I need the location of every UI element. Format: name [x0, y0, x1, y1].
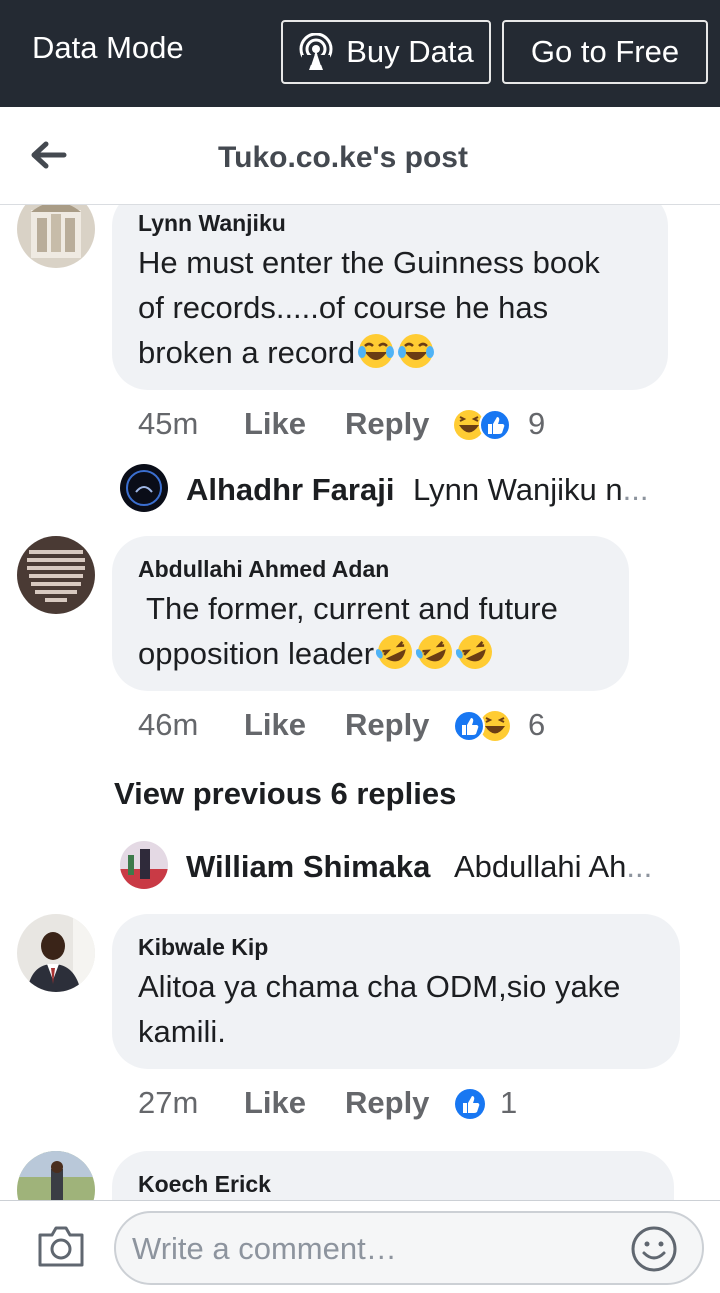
comment-line: The former, current and future	[138, 591, 558, 626]
go-to-free-label: Go to Free	[530, 34, 680, 69]
comment-timestamp: 45m	[138, 406, 199, 441]
comment-text: Alitoa ya chama cha ODM,sio yake kamili.	[138, 964, 620, 1054]
avatar-image	[120, 464, 168, 512]
rolling-laughing-emoji-icon	[456, 635, 493, 669]
comment-timestamp: 27m	[138, 1085, 199, 1120]
go-to-free-button[interactable]: Go to Free	[502, 20, 708, 84]
reaction-count: 6	[528, 707, 546, 742]
rolling-laughing-emoji-icon	[376, 635, 413, 669]
like-button[interactable]: Like	[244, 406, 306, 442]
avatar-image	[120, 841, 168, 889]
view-previous-replies-link[interactable]: View previous 6 replies	[114, 776, 456, 812]
reply-ellipsis: ...	[622, 472, 649, 507]
reply-snippet: Lynn Wanjiku n	[413, 472, 623, 507]
reply-author[interactable]: Alhadhr Faraji	[186, 472, 394, 508]
smiley-icon[interactable]	[630, 1225, 678, 1273]
reply-ellipsis: ...	[626, 849, 653, 884]
avatar-image	[17, 914, 95, 992]
rolling-laughing-emoji-icon	[416, 635, 453, 669]
comment-line: kamili.	[138, 1014, 226, 1049]
comment-bubble: Lynn Wanjiku He must enter the Guinness …	[112, 190, 668, 390]
comment-line: He must enter the Guinness book	[138, 245, 600, 280]
comment-text: He must enter the Guinness book of record…	[138, 240, 600, 375]
buy-data-label: Buy Data	[346, 34, 474, 69]
comment-author[interactable]: Kibwale Kip	[138, 934, 268, 961]
avatar[interactable]	[17, 914, 95, 992]
avatar	[120, 841, 168, 889]
reply-preview[interactable]: William Shimaka Abdullahi Ah...	[120, 841, 680, 891]
reply-button[interactable]: Reply	[345, 707, 429, 743]
avatar	[120, 464, 168, 512]
comment-actions: 46m Like Reply 6	[138, 707, 698, 747]
reply-button[interactable]: Reply	[345, 1085, 429, 1121]
buy-data-button[interactable]: Buy Data	[281, 20, 491, 84]
data-mode-bar: Data Mode Buy Data Go to Free	[0, 0, 720, 107]
avatar[interactable]	[17, 536, 95, 614]
comment-line: Alitoa ya chama cha ODM,sio yake	[138, 969, 621, 1004]
reply-snippet: Abdullahi Ah	[454, 849, 627, 884]
reply-preview[interactable]: Alhadhr Faraji Lynn Wanjiku n...	[120, 464, 680, 514]
reactions-summary[interactable]	[452, 709, 516, 743]
comment-line: of records.....of course he has	[138, 290, 549, 325]
reaction-count: 1	[500, 1085, 518, 1120]
comment-actions: 27m Like Reply 1	[138, 1085, 698, 1125]
reply-author[interactable]: William Shimaka	[186, 849, 430, 885]
like-button[interactable]: Like	[244, 707, 306, 743]
comment-author[interactable]: Abdullahi Ahmed Adan	[138, 556, 389, 583]
page-title: Tuko.co.ke's post	[218, 141, 468, 174]
comment-placeholder: Write a comment…	[132, 1231, 397, 1266]
avatar-image	[17, 536, 95, 614]
reaction-count: 9	[528, 406, 546, 441]
comment-bubble: Kibwale Kip Alitoa ya chama cha ODM,sio …	[112, 914, 680, 1069]
comment-line: opposition leader	[138, 636, 375, 671]
like-button[interactable]: Like	[244, 1085, 306, 1121]
tears-of-joy-emoji-icon	[398, 334, 435, 368]
reactions-summary[interactable]	[452, 408, 516, 442]
comment-author[interactable]: Lynn Wanjiku	[138, 210, 286, 237]
comment-text: The former, current and future opposition…	[138, 586, 558, 676]
comment-bubble: Abdullahi Ahmed Adan The former, current…	[112, 536, 629, 691]
data-mode-label: Data Mode	[32, 30, 184, 65]
reply-button[interactable]: Reply	[345, 406, 429, 442]
comment-actions: 45m Like Reply 9	[138, 406, 698, 446]
comment-author[interactable]: Koech Erick	[138, 1171, 271, 1198]
reactions-summary[interactable]	[452, 1087, 488, 1121]
tears-of-joy-emoji-icon	[358, 334, 395, 368]
broadcast-icon	[299, 33, 333, 70]
comment-timestamp: 46m	[138, 707, 199, 742]
comment-line: broken a record	[138, 335, 356, 370]
post-header: Tuko.co.ke's post	[0, 107, 720, 205]
camera-icon[interactable]	[36, 1223, 86, 1269]
comment-input[interactable]: Write a comment…	[114, 1211, 704, 1285]
comment-composer: Write a comment…	[0, 1200, 720, 1293]
